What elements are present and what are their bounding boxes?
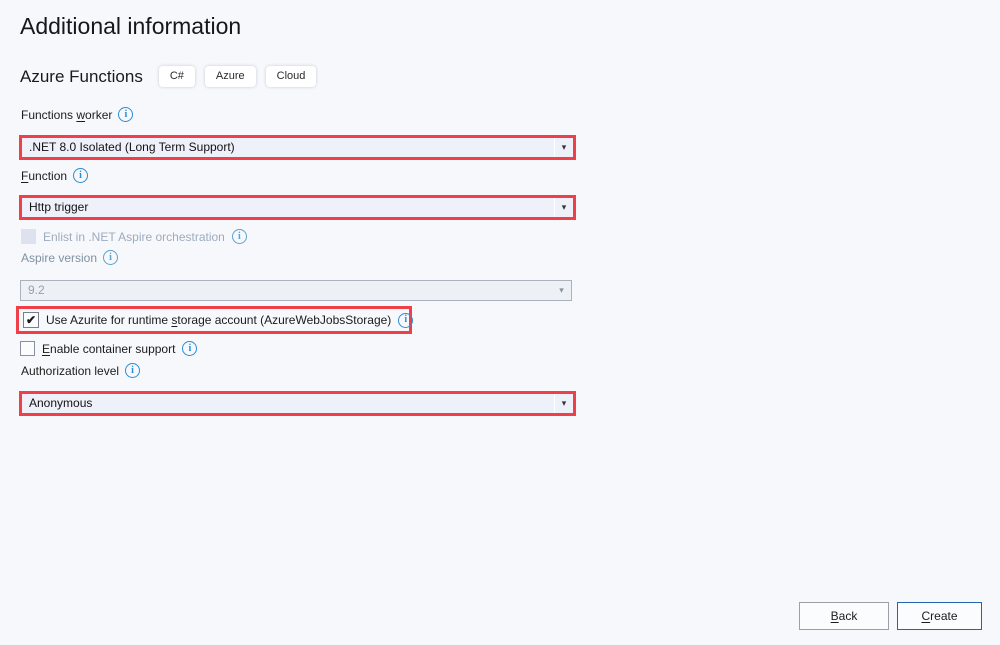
functions-worker-annotation: .NET 8.0 Isolated (Long Term Support) ▾: [19, 135, 576, 160]
function-label: Function i: [21, 167, 88, 184]
back-button[interactable]: Back: [799, 602, 889, 630]
additional-information-dialog: Additional information Azure Functions C…: [0, 0, 1000, 645]
authorization-level-label: Authorization level i: [21, 362, 140, 379]
dialog-buttons: Back Create: [799, 602, 982, 630]
tag-azure: Azure: [205, 66, 256, 87]
info-icon[interactable]: i: [125, 363, 140, 378]
function-value: Http trigger: [22, 198, 554, 217]
authorization-level-dropdown[interactable]: Anonymous ▾: [22, 394, 573, 413]
back-button-label: Back: [831, 609, 858, 623]
enable-container-label: Enable container support: [42, 342, 175, 356]
authorization-level-value: Anonymous: [22, 394, 554, 413]
authorization-level-annotation: Anonymous ▾: [19, 391, 576, 416]
use-azurite-label: Use Azurite for runtime storage account …: [46, 313, 391, 327]
enable-container-checkbox[interactable]: [20, 341, 35, 356]
info-icon[interactable]: i: [232, 229, 247, 244]
info-icon[interactable]: i: [73, 168, 88, 183]
template-name: Azure Functions: [20, 67, 143, 87]
page-title: Additional information: [20, 13, 241, 40]
create-button[interactable]: Create: [897, 602, 982, 630]
use-azurite-annotation: ✔ Use Azurite for runtime storage accoun…: [16, 306, 412, 334]
create-button-label: Create: [921, 609, 957, 623]
info-icon[interactable]: i: [182, 341, 197, 356]
info-icon[interactable]: i: [398, 313, 413, 328]
aspire-version-value: 9.2: [21, 281, 552, 300]
aspire-version-label: Aspire version i: [21, 249, 118, 266]
functions-worker-label-text: Functions worker: [21, 108, 112, 122]
chevron-down-icon[interactable]: ▾: [554, 394, 573, 413]
aspire-version-label-text: Aspire version: [21, 251, 97, 265]
function-label-text: Function: [21, 169, 67, 183]
tag-cloud: Cloud: [266, 66, 317, 87]
enlist-aspire-label: Enlist in .NET Aspire orchestration: [43, 230, 225, 244]
chevron-down-icon[interactable]: ▾: [554, 138, 573, 157]
function-dropdown[interactable]: Http trigger ▾: [22, 198, 573, 217]
template-header: Azure Functions C# Azure Cloud: [20, 66, 326, 87]
chevron-down-icon: ▾: [552, 281, 571, 300]
info-icon[interactable]: i: [118, 107, 133, 122]
aspire-version-dropdown: 9.2 ▾: [20, 280, 572, 301]
function-annotation: Http trigger ▾: [19, 195, 576, 220]
functions-worker-dropdown[interactable]: .NET 8.0 Isolated (Long Term Support) ▾: [22, 138, 573, 157]
use-azurite-checkbox[interactable]: ✔: [23, 312, 39, 328]
chevron-down-icon[interactable]: ▾: [554, 198, 573, 217]
authorization-level-label-text: Authorization level: [21, 364, 119, 378]
use-azurite-row: ✔ Use Azurite for runtime storage accoun…: [19, 309, 409, 331]
functions-worker-value: .NET 8.0 Isolated (Long Term Support): [22, 138, 554, 157]
enlist-aspire-row: Enlist in .NET Aspire orchestration i: [21, 229, 247, 244]
info-icon[interactable]: i: [103, 250, 118, 265]
enable-container-row: Enable container support i: [20, 341, 197, 356]
functions-worker-label: Functions worker i: [21, 106, 133, 123]
tag-csharp: C#: [159, 66, 195, 87]
enlist-aspire-checkbox: [21, 229, 36, 244]
